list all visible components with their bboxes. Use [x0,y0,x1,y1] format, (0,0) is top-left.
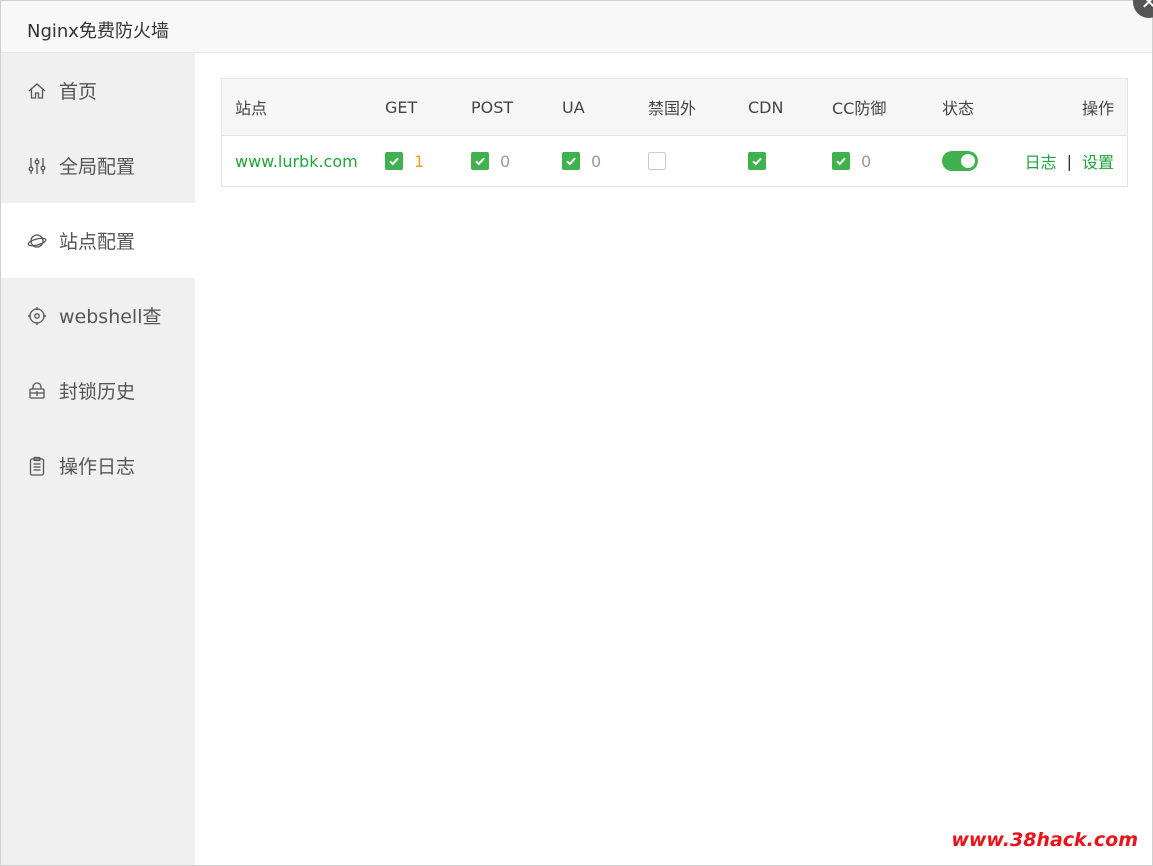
header-post: POST [471,97,514,117]
lock-history-icon [27,381,47,401]
sidebar-item-home[interactable]: 首页 [1,53,195,128]
header-get: GET [385,97,418,117]
settings-link[interactable]: 设置 [1082,149,1114,173]
block-foreign-checkbox[interactable] [648,152,666,170]
ops-separator: | [1066,151,1072,171]
sidebar: 首页 全局配置 站点配置 webshell查 封锁历史 操作日志 [1,53,195,865]
check-icon [389,157,399,166]
header-ops: 操作 [1081,99,1114,118]
check-icon [752,157,762,166]
sidebar-item-label: webshell查 [59,306,162,328]
site-link[interactable]: www.lurbk.com [235,152,358,171]
table-row: www.lurbk.com 1 0 0 0 日志 | 设置 [222,136,1127,186]
target-icon [27,306,47,326]
sidebar-item-webshell[interactable]: webshell查 [1,278,195,353]
ua-checkbox[interactable] [562,152,580,170]
cdn-checkbox[interactable] [748,152,766,170]
header-site: 站点 [235,99,268,118]
status-toggle[interactable] [942,151,978,171]
get-count: 1 [414,151,425,171]
sidebar-item-label: 首页 [59,81,98,103]
header-cdn: CDN [748,97,784,117]
header-cc: CC防御 [832,99,887,118]
post-count: 0 [500,151,511,171]
sidebar-item-label: 封锁历史 [59,381,136,403]
sidebar-item-label: 全局配置 [59,156,136,178]
check-icon [836,157,846,166]
cc-count: 0 [861,151,872,171]
table-header: 站点 GET POST UA 禁国外 CDN CC防御 状态 操作 [222,79,1127,136]
sidebar-item-site-config[interactable]: 站点配置 [1,203,195,278]
main-content: 站点 GET POST UA 禁国外 CDN CC防御 状态 操作 www.lu… [196,53,1152,865]
firewall-window: Nginx免费防火墙 首页 全局配置 站点配置 webshell查 封锁历史 操… [0,0,1153,866]
get-checkbox[interactable] [385,152,403,170]
titlebar: Nginx免费防火墙 [1,1,1152,53]
sidebar-item-operation-log[interactable]: 操作日志 [1,428,195,503]
planet-icon [27,231,47,251]
header-status: 状态 [942,99,975,118]
sidebar-item-label: 操作日志 [59,456,136,478]
watermark: www.38hack.com [951,829,1138,851]
site-table: 站点 GET POST UA 禁国外 CDN CC防御 状态 操作 www.lu… [221,78,1128,187]
sidebar-item-label: 站点配置 [59,231,136,253]
header-ua: UA [562,97,585,117]
home-icon [27,81,47,101]
window-title: Nginx免费防火墙 [27,21,169,42]
clipboard-icon [27,456,47,476]
check-icon [475,157,485,166]
ua-count: 0 [591,151,602,171]
toggle-knob [961,154,975,168]
sliders-icon [27,156,47,176]
post-checkbox[interactable] [471,152,489,170]
log-link[interactable]: 日志 [1025,149,1057,173]
header-block-foreign: 禁国外 [648,99,697,118]
check-icon [566,157,576,166]
cc-checkbox[interactable] [832,152,850,170]
sidebar-item-global-config[interactable]: 全局配置 [1,128,195,203]
sidebar-item-block-history[interactable]: 封锁历史 [1,353,195,428]
